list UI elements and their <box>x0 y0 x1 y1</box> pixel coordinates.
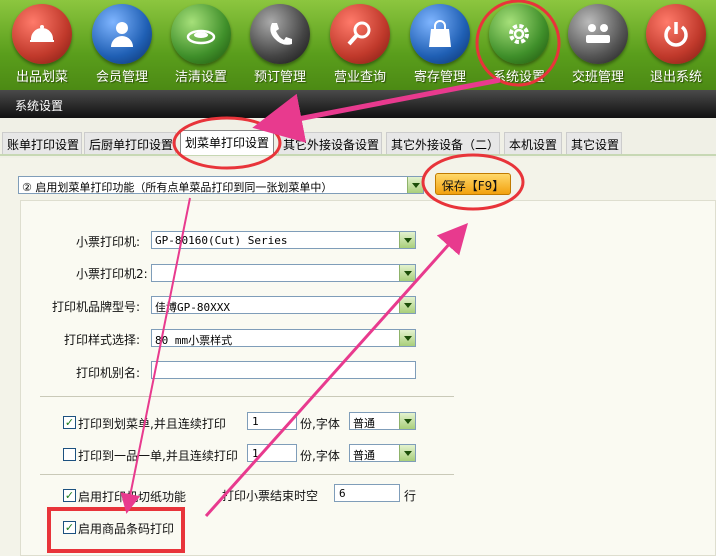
tab-kitchen-print[interactable]: 后厨单打印设置 <box>84 132 176 154</box>
toolbar-item-settings[interactable]: 系统设置 <box>479 4 559 88</box>
printer-select[interactable]: GP-80160(Cut) Series <box>151 231 416 249</box>
print-to-list-copies-input[interactable]: 1 <box>247 412 297 430</box>
search-icon <box>330 4 390 64</box>
toolbar-item-chupin[interactable]: 出品划菜 <box>2 4 82 88</box>
printer-label: 小票打印机: <box>76 235 141 249</box>
toolbar-label: 会员管理 <box>95 70 148 85</box>
paper-cut-checkbox[interactable]: ✓ <box>63 489 76 502</box>
chevron-down-icon <box>399 232 415 248</box>
printer2-label: 小票打印机2: <box>76 267 148 281</box>
tab-external-devices-2[interactable]: 其它外接设备（二） <box>386 132 500 154</box>
end-blank-label: 打印小票结束时空 <box>222 489 319 503</box>
barcode-checkbox[interactable]: ✓ <box>63 521 76 534</box>
chevron-down-icon <box>399 330 415 346</box>
tab-local-settings[interactable]: 本机设置 <box>504 132 562 154</box>
style-select[interactable]: 80 mm小票样式 <box>151 329 416 347</box>
font-select-1[interactable]: 普通 <box>349 412 416 430</box>
people-icon <box>568 4 628 64</box>
main-toolbar: 出品划菜 会员管理 洁清设置 预订管理 营业查询 寄存管理 系统设置 交班管理 … <box>0 0 716 90</box>
print-one-label: 打印到一品一单,并且连续打印 <box>78 449 238 463</box>
print-to-list-label: 打印到划菜单,并且连续打印 <box>78 417 226 431</box>
plate-icon <box>171 4 231 64</box>
toolbar-label: 退出系统 <box>649 70 702 85</box>
section-title: 系统设置 <box>15 99 64 113</box>
chevron-down-icon <box>399 265 415 281</box>
toolbar-label: 交班管理 <box>571 70 624 85</box>
power-icon <box>646 4 706 64</box>
toolbar-item-member[interactable]: 会员管理 <box>82 4 162 88</box>
barcode-label: 启用商品条码打印 <box>78 522 175 536</box>
toolbar-item-booking[interactable]: 预订管理 <box>240 4 320 88</box>
settings-tabs: 账单打印设置 后厨单打印设置 划菜单打印设置 其它外接设备设置 其它外接设备（二… <box>0 128 716 156</box>
toolbar-item-exit[interactable]: 退出系统 <box>636 4 716 88</box>
toolbar-item-query[interactable]: 营业查询 <box>320 4 400 88</box>
divider <box>40 396 454 397</box>
bag-icon <box>410 4 470 64</box>
toolbar-item-clean[interactable]: 洁清设置 <box>161 4 241 88</box>
print-one-checkbox[interactable] <box>63 448 76 461</box>
brand-value: 佳博GP-80XXX <box>155 301 230 314</box>
toolbar-label: 营业查询 <box>333 70 386 85</box>
divider <box>40 474 454 475</box>
toolbar-label: 寄存管理 <box>413 70 466 85</box>
toolbar-item-storage[interactable]: 寄存管理 <box>400 4 480 88</box>
print-one-copies-input[interactable]: 1 <box>247 444 297 462</box>
section-title-bar: 系统设置 <box>0 90 716 118</box>
phone-icon <box>250 4 310 64</box>
font-value-2: 普通 <box>353 449 375 462</box>
print-to-list-checkbox[interactable]: ✓ <box>63 416 76 429</box>
user-icon <box>92 4 152 64</box>
copies-font-label: 份,字体 <box>300 417 340 431</box>
alias-label: 打印机别名: <box>76 366 141 380</box>
style-label: 打印样式选择: <box>64 333 141 347</box>
chevron-down-icon <box>407 177 423 193</box>
toolbar-item-shift[interactable]: 交班管理 <box>558 4 638 88</box>
toolbar-label: 洁清设置 <box>174 70 227 85</box>
tab-external-devices[interactable]: 其它外接设备设置 <box>278 132 382 154</box>
end-blank-input[interactable]: 6 <box>334 484 400 502</box>
toolbar-label: 预订管理 <box>253 70 306 85</box>
end-blank-unit: 行 <box>404 489 417 503</box>
brand-label: 打印机品牌型号: <box>52 300 141 314</box>
chevron-down-icon <box>399 297 415 313</box>
font-value-1: 普通 <box>353 417 375 430</box>
printer2-select[interactable] <box>151 264 416 282</box>
cloche-icon <box>12 4 72 64</box>
tab-dish-list-print[interactable]: 划菜单打印设置 <box>180 130 274 155</box>
tab-other-settings[interactable]: 其它设置 <box>566 132 622 154</box>
printer-value: GP-80160(Cut) Series <box>155 234 288 247</box>
chevron-down-icon <box>399 413 415 429</box>
brand-select[interactable]: 佳博GP-80XXX <box>151 296 416 314</box>
print-mode-select[interactable]: ② 启用划菜单打印功能（所有点单菜品打印到同一张划菜单中） <box>18 176 424 194</box>
font-select-2[interactable]: 普通 <box>349 444 416 462</box>
toolbar-label: 出品划菜 <box>15 70 68 85</box>
gear-icon <box>489 4 549 64</box>
tab-bill-print[interactable]: 账单打印设置 <box>2 132 82 154</box>
save-button[interactable]: 保存【F9】 <box>435 173 511 195</box>
alias-input[interactable] <box>151 361 416 379</box>
style-value: 80 mm小票样式 <box>155 334 233 347</box>
print-mode-value: ② 启用划菜单打印功能（所有点单菜品打印到同一张划菜单中） <box>22 181 333 194</box>
paper-cut-label: 启用打印机切纸功能 <box>78 490 187 504</box>
copies-font-label: 份,字体 <box>300 449 340 463</box>
chevron-down-icon <box>399 445 415 461</box>
toolbar-label: 系统设置 <box>492 70 545 85</box>
